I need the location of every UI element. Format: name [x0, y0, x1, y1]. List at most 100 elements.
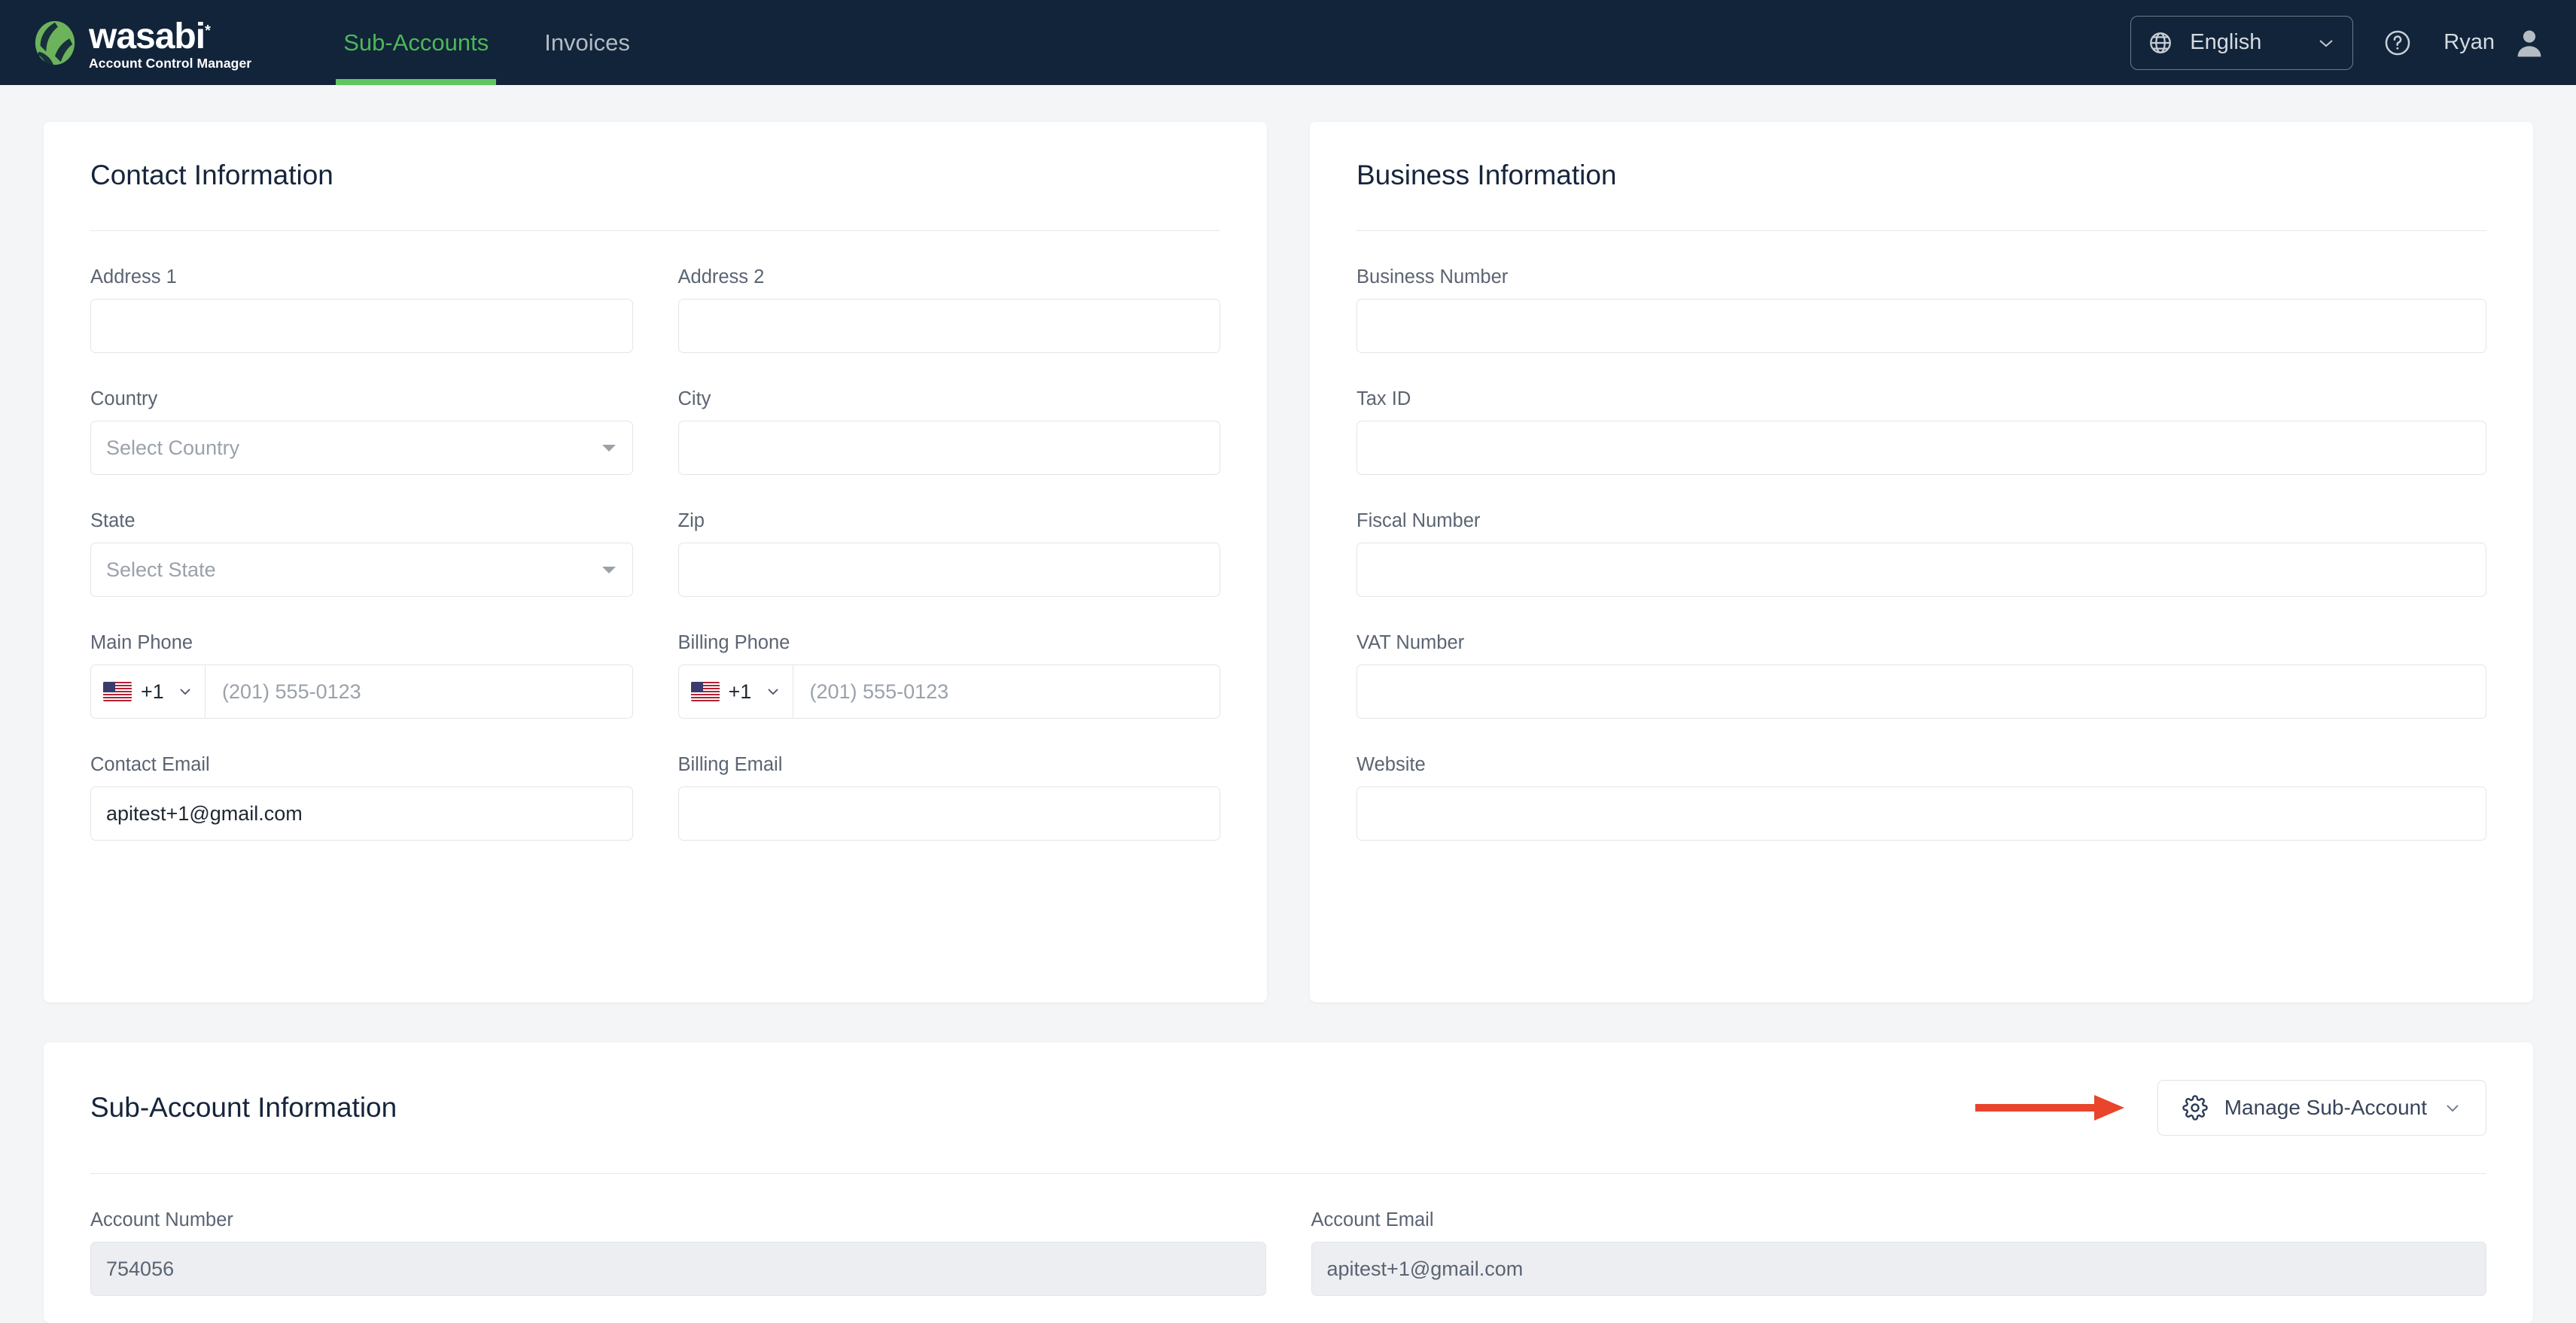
city-input[interactable]	[677, 421, 1220, 475]
field-billing-email: Billing Email	[677, 754, 1220, 841]
tax-id-label: Tax ID	[1357, 388, 1411, 409]
dropdown-triangle-icon	[601, 567, 616, 573]
contact-information-card: Contact Information Address 1 Country Se…	[44, 122, 1267, 1002]
state-select[interactable]: Select State	[90, 543, 633, 597]
account-email-label: Account Email	[1311, 1209, 1434, 1230]
business-number-label: Business Number	[1357, 266, 1509, 287]
annotation-arrow-icon	[1975, 1095, 2124, 1121]
field-billing-phone: Billing Phone +1 (201) 555-0123	[677, 632, 1220, 719]
field-business-number: Business Number	[1357, 266, 2486, 353]
sub-account-actions: Manage Sub-Account	[1974, 1080, 2486, 1136]
field-main-phone: Main Phone +1 (201) 555-0123	[90, 632, 633, 719]
wasabi-logo[interactable]: wasabi* Account Control Manager	[32, 14, 251, 71]
website-input[interactable]	[1357, 786, 2486, 841]
business-information-card: Business Information Business Number Tax…	[1310, 122, 2533, 1002]
contact-card-title: Contact Information	[90, 160, 333, 190]
avatar-icon[interactable]	[2513, 26, 2546, 59]
chevron-down-icon	[2319, 39, 2333, 47]
business-number-input[interactable]	[1357, 299, 2486, 353]
billing-email-label: Billing Email	[677, 754, 783, 775]
field-vat-number: VAT Number	[1357, 632, 2486, 719]
language-label: English	[2190, 30, 2262, 54]
city-label: City	[677, 388, 711, 409]
sub-account-information-card: Sub-Account Information Manage Sub-Accou…	[44, 1042, 2533, 1323]
country-select-value: Select Country	[106, 436, 240, 459]
field-city: City	[677, 388, 1220, 475]
field-address2: Address 2	[677, 266, 1220, 353]
nav-tabs: Sub-Accounts Invoices	[336, 0, 678, 85]
fiscal-number-input[interactable]	[1357, 543, 2486, 597]
field-country: Country Select Country	[90, 388, 633, 475]
contact-email-label: Contact Email	[90, 754, 210, 775]
sub-account-right-column: Account Email apitest+1@gmail.com	[1289, 1174, 2486, 1296]
tax-id-input[interactable]	[1357, 421, 2486, 475]
billing-phone-country-code-select[interactable]: +1	[679, 665, 793, 718]
globe-icon	[2150, 32, 2172, 53]
gear-icon	[2182, 1095, 2208, 1121]
top-navigation-bar: wasabi* Account Control Manager Sub-Acco…	[0, 0, 2576, 85]
wasabi-leaf-logo-icon	[35, 20, 75, 65]
state-select-value: Select State	[106, 558, 216, 581]
manage-sub-account-label: Manage Sub-Account	[2224, 1096, 2427, 1119]
business-fields-column: Business Number Tax ID Fiscal Number VAT…	[1310, 266, 2533, 841]
us-flag-icon	[103, 682, 132, 701]
field-address1: Address 1	[90, 266, 633, 353]
website-label: Website	[1357, 754, 1426, 775]
billing-phone-row: +1 (201) 555-0123	[677, 665, 1220, 719]
main-phone-country-code-select[interactable]: +1	[91, 665, 206, 718]
sub-account-header: Sub-Account Information Manage Sub-Accou…	[44, 1042, 2533, 1136]
sub-account-card-title: Sub-Account Information	[90, 1092, 397, 1123]
billing-phone-label: Billing Phone	[677, 632, 790, 653]
address2-label: Address 2	[677, 266, 765, 287]
country-select[interactable]: Select Country	[90, 421, 633, 475]
field-fiscal-number: Fiscal Number	[1357, 510, 2486, 597]
contact-email-input[interactable]: apitest+1@gmail.com	[90, 786, 633, 841]
help-circle-icon[interactable]	[2383, 29, 2412, 57]
main-phone-input[interactable]: (201) 555-0123	[206, 665, 632, 718]
zip-label: Zip	[677, 510, 705, 531]
business-card-divider	[1357, 230, 2486, 231]
field-account-email: Account Email apitest+1@gmail.com	[1311, 1209, 2486, 1296]
field-tax-id: Tax ID	[1357, 388, 2486, 475]
language-selector[interactable]: English	[2130, 15, 2354, 70]
contact-left-column: Address 1 Country Select Country State S…	[90, 231, 656, 841]
fiscal-number-label: Fiscal Number	[1357, 510, 1481, 531]
main-phone-row: +1 (201) 555-0123	[90, 665, 633, 719]
address1-label: Address 1	[90, 266, 177, 287]
field-state: State Select State	[90, 510, 633, 597]
us-flag-icon	[690, 682, 720, 701]
main-phone-country-code: +1	[141, 680, 164, 703]
business-card-title: Business Information	[1357, 160, 1617, 190]
user-name-label[interactable]: Ryan	[2444, 30, 2495, 55]
chevron-down-icon	[2447, 1105, 2459, 1112]
address2-input[interactable]	[677, 299, 1220, 353]
account-number-label: Account Number	[90, 1209, 233, 1230]
state-label: State	[90, 510, 135, 531]
billing-phone-country-code: +1	[728, 680, 752, 703]
logo-subtitle: Account Control Manager	[89, 55, 252, 71]
chevron-down-icon	[180, 689, 190, 695]
contact-fields-grid: Address 1 Country Select Country State S…	[44, 231, 1267, 841]
field-account-number: Account Number 754056	[90, 1209, 1266, 1296]
nav-right-group: English Ryan	[2130, 15, 2546, 70]
account-email-input: apitest+1@gmail.com	[1311, 1242, 2486, 1296]
vat-number-input[interactable]	[1357, 665, 2486, 719]
vat-number-label: VAT Number	[1357, 632, 1465, 653]
account-number-input: 754056	[90, 1242, 1266, 1296]
logo-wordmark: wasabi*	[89, 16, 211, 56]
sub-account-left-column: Account Number 754056	[90, 1174, 1289, 1296]
tab-invoices[interactable]: Invoices	[537, 0, 638, 85]
address1-input[interactable]	[90, 299, 633, 353]
manage-sub-account-button[interactable]: Manage Sub-Account	[2157, 1080, 2486, 1136]
billing-phone-input[interactable]: (201) 555-0123	[793, 665, 1220, 718]
logo-star-icon: *	[205, 22, 211, 39]
tab-sub-accounts[interactable]: Sub-Accounts	[336, 0, 497, 85]
dropdown-triangle-icon	[601, 445, 616, 452]
billing-email-input[interactable]	[677, 786, 1220, 841]
zip-input[interactable]	[677, 543, 1220, 597]
field-contact-email: Contact Email apitest+1@gmail.com	[90, 754, 633, 841]
contact-right-column: Address 2 City Zip Billing Phone +1 (201…	[656, 231, 1220, 841]
country-label: Country	[90, 388, 158, 409]
field-website: Website	[1357, 754, 2486, 841]
chevron-down-icon	[767, 689, 778, 695]
